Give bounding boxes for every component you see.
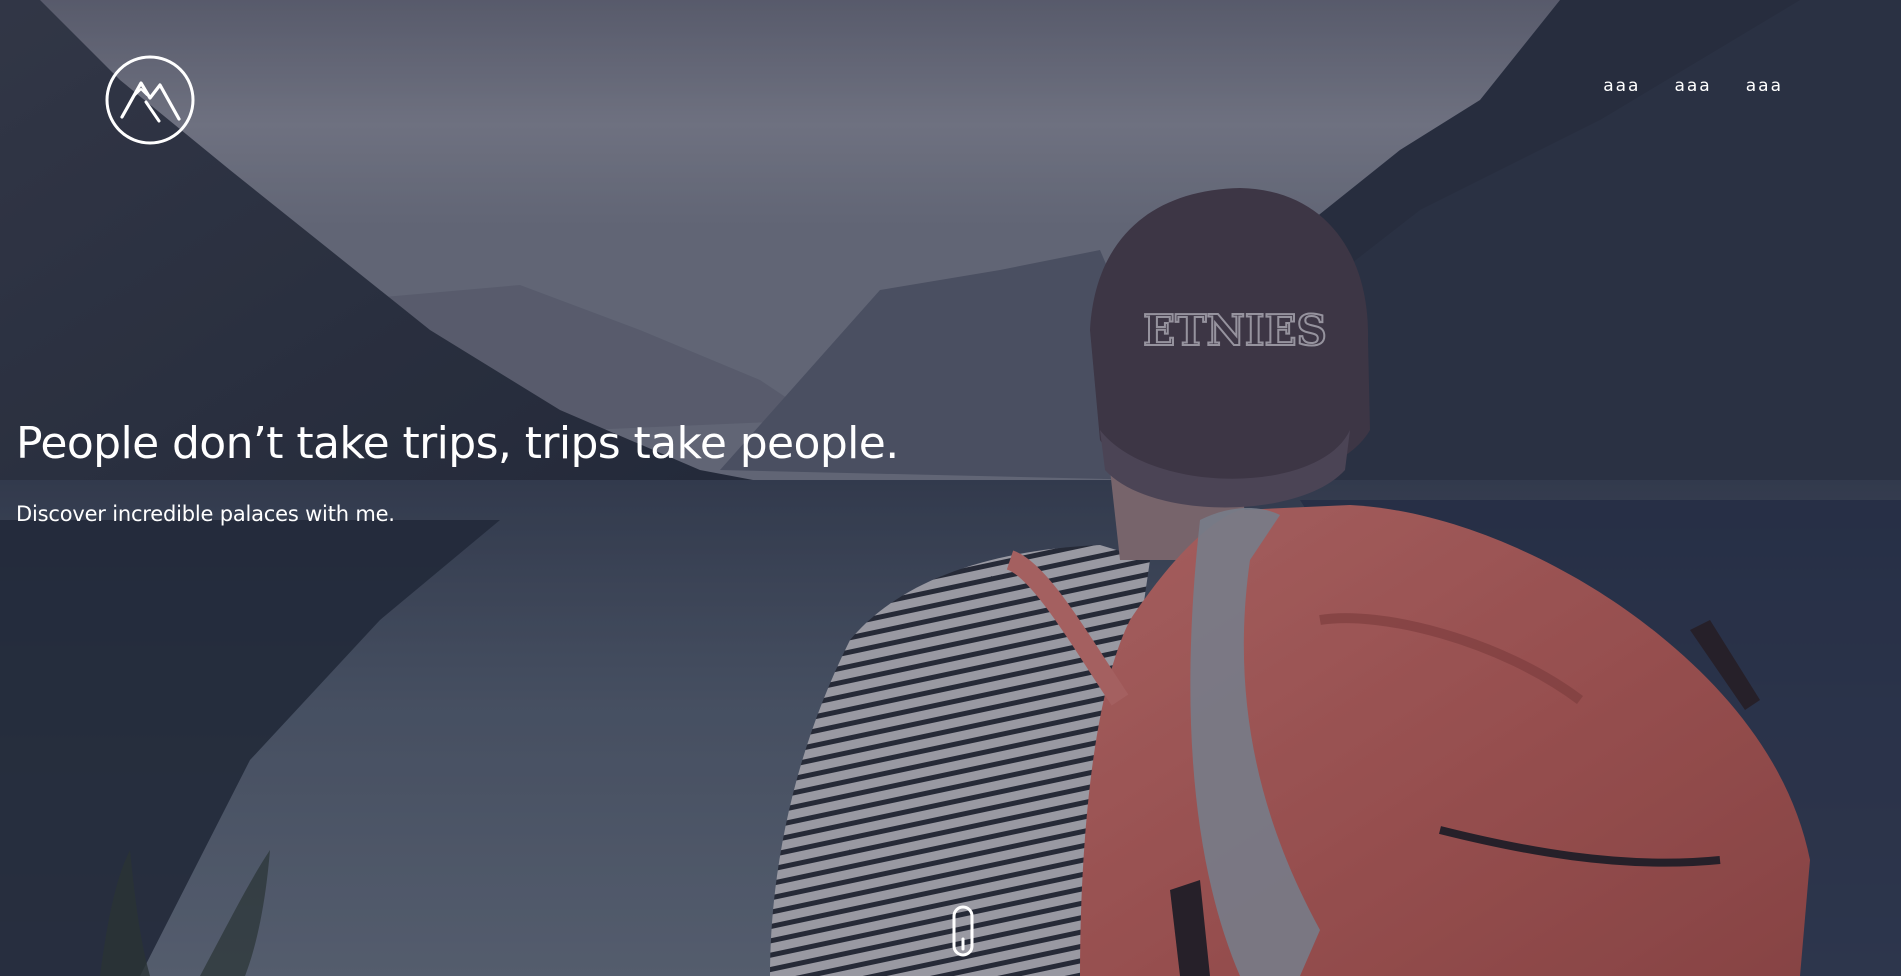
scroll-down-icon[interactable] [952, 905, 974, 957]
mountain-logo-icon[interactable] [104, 54, 196, 146]
nav-item-1[interactable]: aaa [1597, 74, 1646, 98]
hero-subheadline: Discover incredible palaces with me. [16, 502, 395, 526]
hero-overlay [0, 0, 1901, 976]
hero-section: ETNIES aaa aaa aaa People don’t take tri… [0, 0, 1901, 976]
nav-item-3[interactable]: aaa [1740, 74, 1789, 98]
main-nav: aaa aaa aaa [1597, 74, 1789, 98]
nav-item-2[interactable]: aaa [1668, 74, 1717, 98]
hero-headline: People don’t take trips, trips take peop… [16, 418, 899, 469]
